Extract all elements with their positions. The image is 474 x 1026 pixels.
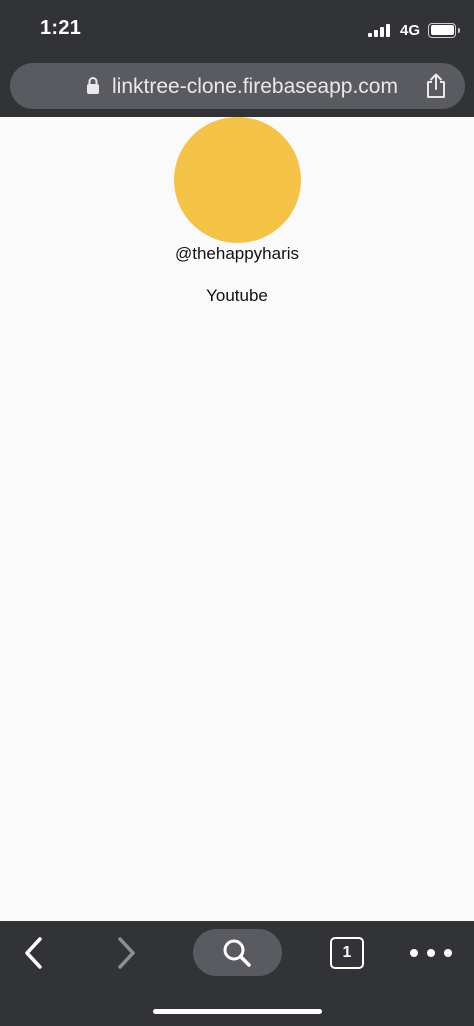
search-button[interactable] xyxy=(193,929,282,976)
network-type-label: 4G xyxy=(399,21,420,39)
forward-arrow-icon[interactable] xyxy=(114,935,138,971)
status-indicators: 4G xyxy=(367,19,460,41)
tabs-icon[interactable]: 1 xyxy=(330,937,364,969)
status-time: 1:21 xyxy=(40,17,82,39)
home-indicator[interactable] xyxy=(153,1009,322,1014)
page-content: @thehappyharis Youtube xyxy=(0,117,474,921)
browser-toolbar: 1 xyxy=(0,921,474,1026)
browser-top-chrome: 1:21 4G linktree-clone.firebaseapp.com xyxy=(0,0,474,117)
address-bar[interactable]: linktree-clone.firebaseapp.com xyxy=(10,63,465,109)
signal-bars-icon xyxy=(367,23,392,37)
search-icon xyxy=(223,939,251,967)
lock-icon xyxy=(87,77,99,94)
avatar xyxy=(174,117,301,243)
more-dots-icon[interactable] xyxy=(410,943,452,963)
back-arrow-icon[interactable] xyxy=(22,935,46,971)
battery-icon xyxy=(428,22,460,38)
profile-username: @thehappyharis xyxy=(174,244,300,263)
url-text[interactable]: linktree-clone.firebaseapp.com xyxy=(112,75,398,99)
share-icon[interactable] xyxy=(425,73,447,99)
status-bar: 1:21 4G xyxy=(0,0,474,58)
tab-count: 1 xyxy=(342,944,352,961)
link-youtube[interactable]: Youtube xyxy=(0,286,474,306)
